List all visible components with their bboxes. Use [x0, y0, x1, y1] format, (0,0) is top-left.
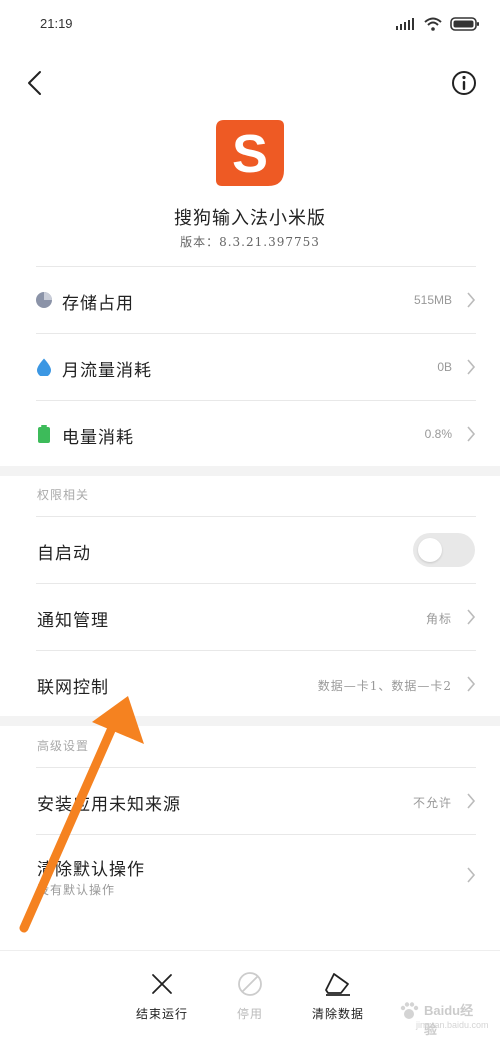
- chevron-right-icon: [467, 609, 476, 625]
- autostart-toggle[interactable]: [413, 533, 475, 567]
- section-gap: [0, 466, 500, 476]
- section-gap: [0, 716, 500, 726]
- force-stop-label: 结束运行: [135, 1007, 188, 1021]
- disable-button[interactable]: 停用: [210, 971, 290, 1022]
- app-header: S 搜狗输入法小米版 版本：8.3.21.397753: [0, 118, 500, 250]
- data-usage-value: 0B: [437, 360, 452, 374]
- eraser-icon: [325, 973, 350, 996]
- battery-row[interactable]: 电量消耗 0.8%: [0, 401, 500, 467]
- clear-data-button[interactable]: 清除数据: [298, 971, 378, 1022]
- chevron-right-icon: [467, 676, 476, 692]
- unknown-sources-label: 安装应用未知来源: [37, 795, 181, 815]
- network-control-value: 数据—卡1、数据—卡2: [317, 679, 452, 693]
- signal-icon: [396, 18, 414, 30]
- pie-chart-icon: [36, 292, 52, 308]
- force-stop-button[interactable]: 结束运行: [122, 971, 202, 1022]
- baidu-watermark: Baidu经验 jingyan.baidu.com: [396, 1000, 489, 1037]
- close-icon: [152, 974, 172, 994]
- network-control-row[interactable]: 联网控制 数据—卡1、数据—卡2: [0, 651, 500, 717]
- notifications-label: 通知管理: [37, 611, 109, 631]
- permissions-section-title: 权限相关: [37, 488, 90, 502]
- app-version: 版本：8.3.21.397753: [180, 235, 320, 249]
- clear-defaults-row[interactable]: 清除默认操作 没有默认操作: [0, 835, 500, 915]
- app-icon-letter: S: [232, 124, 268, 184]
- storage-label: 存储占用: [62, 294, 134, 314]
- unknown-sources-value: 不允许: [412, 796, 452, 810]
- status-icons: [396, 17, 480, 31]
- water-drop-icon: [37, 358, 51, 376]
- sogou-app-icon: S: [216, 120, 284, 186]
- notifications-value: 角标: [425, 612, 452, 626]
- paw-icon: [400, 1002, 419, 1019]
- clear-data-label: 清除数据: [311, 1007, 364, 1021]
- battery-label: 电量消耗: [62, 428, 134, 448]
- network-control-label: 联网控制: [37, 678, 109, 698]
- nav-bar: [0, 55, 500, 111]
- toggle-knob: [418, 538, 442, 562]
- chevron-right-icon: [467, 867, 476, 883]
- disable-label: 停用: [236, 1007, 263, 1021]
- autostart-label: 自启动: [37, 544, 91, 564]
- watermark-text: Baidu经验: [424, 1003, 474, 1037]
- chevron-right-icon: [467, 793, 476, 809]
- wifi-icon: [424, 17, 442, 31]
- clear-defaults-sub: 没有默认操作: [37, 883, 116, 897]
- unknown-sources-row[interactable]: 安装应用未知来源 不允许: [0, 768, 500, 834]
- notifications-row[interactable]: 通知管理 角标: [0, 584, 500, 650]
- battery-icon: [38, 425, 50, 443]
- info-icon[interactable]: [448, 67, 480, 99]
- chevron-right-icon: [467, 292, 476, 308]
- clear-defaults-label: 清除默认操作: [37, 860, 145, 880]
- battery-value: 0.8%: [424, 427, 452, 441]
- chevron-right-icon: [467, 426, 476, 442]
- advanced-section-title: 高级设置: [37, 739, 90, 753]
- watermark-sub: jingyan.baidu.com: [416, 1020, 489, 1030]
- status-time: 21:19: [40, 16, 73, 31]
- storage-value: 515MB: [413, 293, 452, 307]
- back-icon[interactable]: [20, 67, 52, 99]
- chevron-right-icon: [467, 359, 476, 375]
- battery-status-icon: [450, 17, 479, 31]
- disable-icon: [238, 972, 262, 996]
- data-usage-label: 月流量消耗: [62, 361, 152, 381]
- storage-row[interactable]: 存储占用 515MB: [0, 267, 500, 333]
- app-name: 搜狗输入法小米版: [174, 208, 326, 229]
- data-usage-row[interactable]: 月流量消耗 0B: [0, 334, 500, 400]
- autostart-row[interactable]: 自启动: [0, 517, 500, 583]
- status-bar: 21:19: [0, 0, 500, 50]
